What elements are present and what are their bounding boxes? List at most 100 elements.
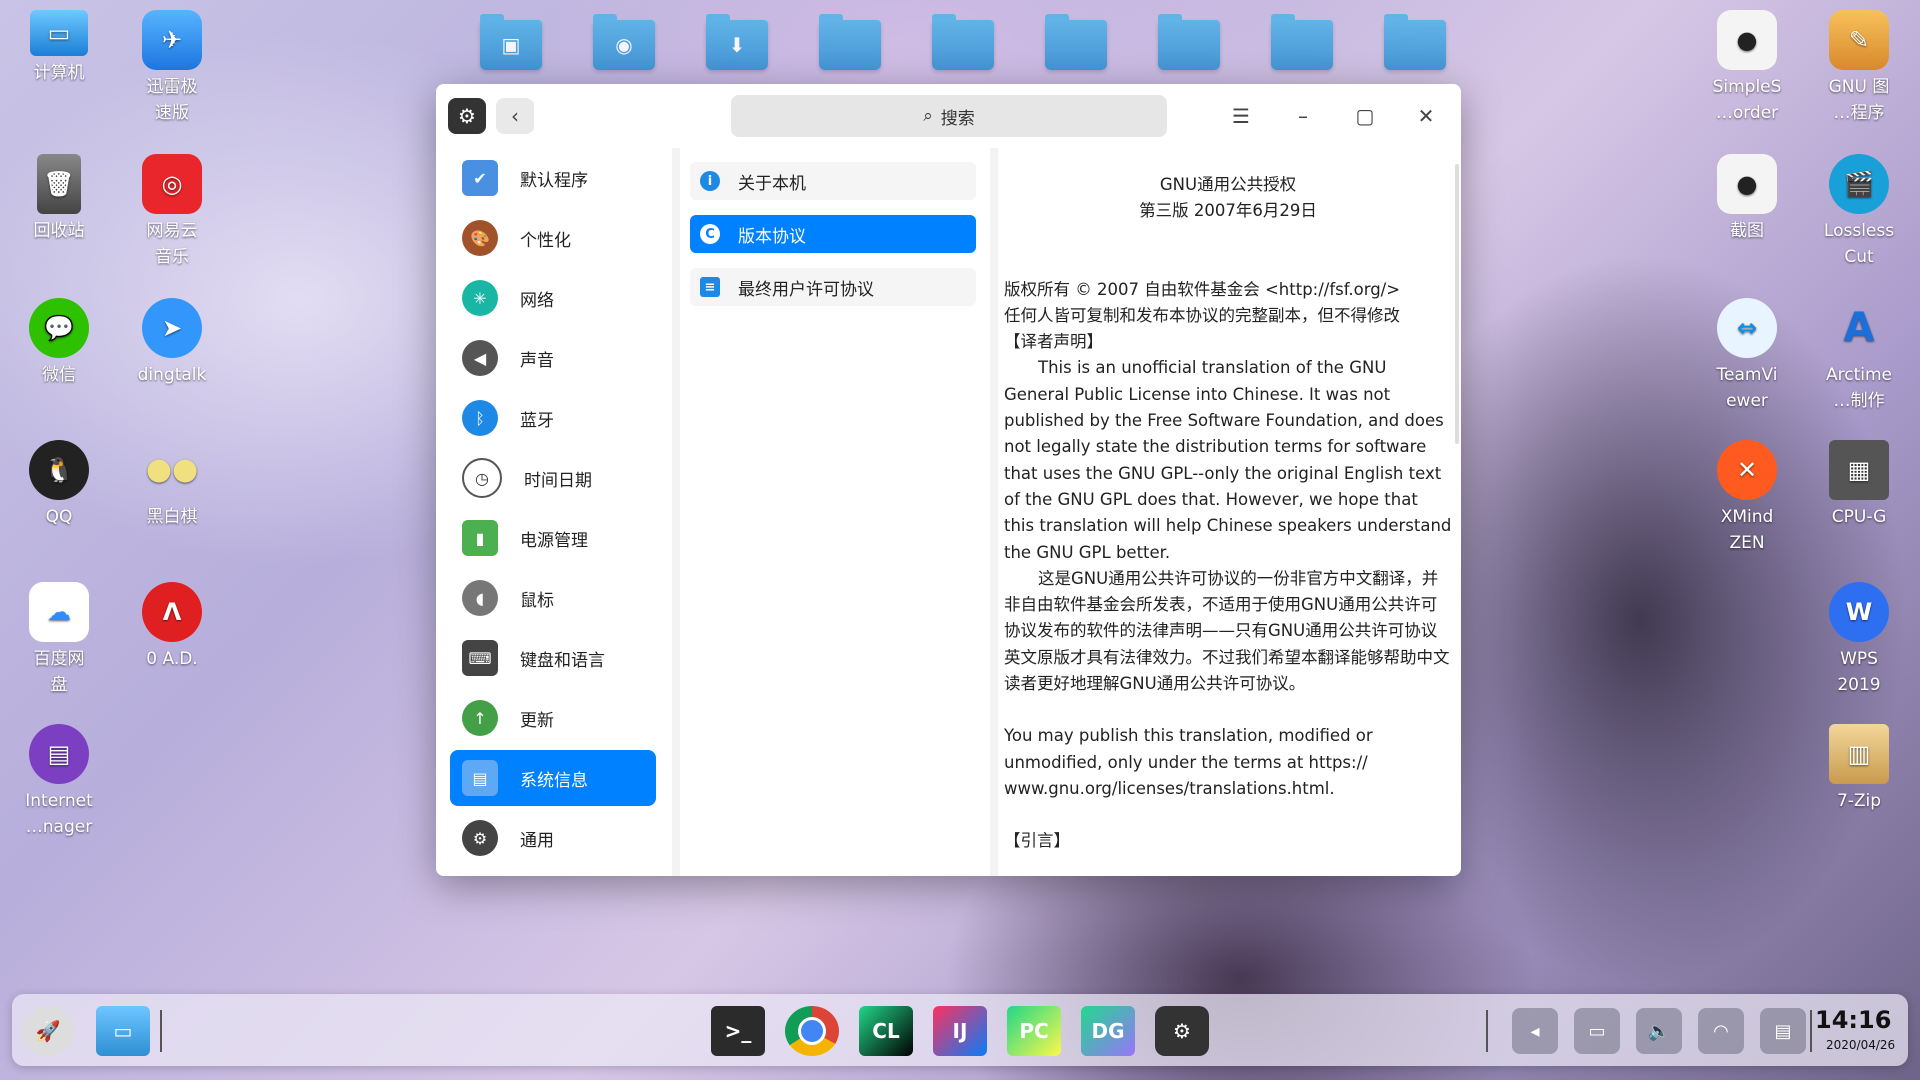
camera-icon: ● xyxy=(1717,154,1777,214)
file-manager-icon[interactable]: ▭ xyxy=(96,1006,150,1056)
search-input[interactable]: ⌕ 搜索 xyxy=(731,95,1167,137)
desktop-icon-simplescreenrecorder[interactable]: ● SimpleS …order xyxy=(1699,10,1795,126)
desktop-icon-qq[interactable]: 🐧 QQ xyxy=(11,440,107,530)
title-bar: ⚙ ‹ ⌕ 搜索 ☰ – ▢ ✕ xyxy=(436,84,1461,148)
sidebar-item-bluetooth[interactable]: ᛒ 蓝牙 xyxy=(450,390,656,446)
back-button[interactable]: ‹ xyxy=(496,98,534,134)
music-icon: ◎ xyxy=(142,154,202,214)
settings-gear-icon[interactable]: ⚙ xyxy=(1155,1006,1209,1056)
clock-time[interactable]: 14:16 xyxy=(1815,1006,1891,1034)
palette-icon: 🎨 xyxy=(462,220,498,256)
desktop-icon-xunlei[interactable]: ✈ 迅雷极 速版 xyxy=(124,10,220,126)
desktop-icon-wps[interactable]: W WPS 2019 xyxy=(1811,582,1907,698)
folder-icon[interactable] xyxy=(1271,14,1333,70)
maximize-button[interactable]: ▢ xyxy=(1346,98,1384,134)
sidebar-item-system-info[interactable]: ▤ 系统信息 xyxy=(450,750,656,806)
desktop-icon-baidu-pan[interactable]: ☁ 百度网 盘 xyxy=(11,582,107,698)
sidebar-item-sound[interactable]: ◀ 声音 xyxy=(450,330,656,386)
desktop-icon-screenshot[interactable]: ● 截图 xyxy=(1699,154,1795,244)
desktop-icon-cpu-g[interactable]: ▦ CPU-G xyxy=(1811,440,1907,530)
minimize-button[interactable]: – xyxy=(1284,98,1322,134)
desktop-icon-dingtalk[interactable]: ➤ dingtalk xyxy=(124,298,220,388)
download-manager-icon: ▤ xyxy=(29,724,89,784)
search-icon: ⌕ xyxy=(923,106,933,126)
folder-icon[interactable] xyxy=(1158,14,1220,70)
taskbar: 🚀 ▭ >_ CL IJ PC DG ⚙ ◂ ▭ 🔈 ◠ ▤ xyxy=(12,994,1908,1066)
dingtalk-icon: ➤ xyxy=(142,298,202,358)
wechat-icon: 💬 xyxy=(29,298,89,358)
folder-icon[interactable] xyxy=(1384,14,1446,70)
battery-icon: ▮ xyxy=(462,520,498,556)
translation-disclaimer-zh: 这是GNU通用公共许可协议的一份非官方中文翻译，并非自由软件基金会所发表，不适用… xyxy=(1004,568,1450,694)
default-apps-icon: ✔ xyxy=(462,160,498,196)
trash-icon: 🗑 xyxy=(37,154,81,214)
pycharm-icon[interactable]: PC xyxy=(1007,1006,1061,1056)
desktop-icon-7zip[interactable]: ▥ 7-Zip xyxy=(1811,724,1907,814)
desktop-icon-0ad[interactable]: Λ 0 A.D. xyxy=(124,582,220,672)
preamble-heading: 【引言】 xyxy=(1004,831,1070,851)
sidebar-item-personalization[interactable]: 🎨 个性化 xyxy=(450,210,656,266)
desktop-icon-computer[interactable]: ▭ 计算机 xyxy=(11,10,107,86)
desktop-icon-reversi[interactable]: ●● 黑白棋 xyxy=(124,440,220,530)
license-text: GNU通用公共授权 第三版 2007年6月29日 版权所有 © 2007 自由软… xyxy=(1004,148,1452,862)
camera-icon: ● xyxy=(1717,10,1777,70)
desktop-icon-teamviewer[interactable]: ⇔ TeamVi ewer xyxy=(1699,298,1795,414)
system-info-submenu: i 关于本机 C 版本协议 ≡ 最终用户许可协议 xyxy=(680,148,990,876)
xmind-icon: ✕ xyxy=(1717,440,1777,500)
launcher-rocket-icon[interactable]: 🚀 xyxy=(22,1006,74,1056)
license-version: 第三版 2007年6月29日 xyxy=(1139,201,1317,221)
sidebar-item-default-apps[interactable]: ✔ 默认程序 xyxy=(450,150,656,206)
folder-icon[interactable] xyxy=(932,14,994,70)
speaker-icon: ◀ xyxy=(462,340,498,376)
desktop-icon-wechat[interactable]: 💬 微信 xyxy=(11,298,107,388)
sidebar-item-datetime[interactable]: ◷ 时间日期 xyxy=(450,450,656,506)
desktop-icon-internet-download-manager[interactable]: ▤ Internet …nager xyxy=(11,724,107,840)
sidebar-item-keyboard[interactable]: ⌨ 键盘和语言 xyxy=(450,630,656,686)
sidebar-item-general[interactable]: ⚙ 通用 xyxy=(450,810,656,866)
paint-icon: ✎ xyxy=(1829,10,1889,70)
sidebar-item-update[interactable]: ↑ 更新 xyxy=(450,690,656,746)
desktop-icon-losslesscut[interactable]: 🎬 Lossless Cut xyxy=(1811,154,1907,270)
update-arrow-icon: ↑ xyxy=(462,700,498,736)
submenu-about[interactable]: i 关于本机 xyxy=(690,162,976,200)
sidebar-item-network[interactable]: ✳ 网络 xyxy=(450,270,656,326)
copyright-icon: C xyxy=(700,224,720,244)
clock-icon: ◷ xyxy=(462,458,502,498)
desktop-icon-netease-music[interactable]: ◎ 网易云 音乐 xyxy=(124,154,220,270)
tray-wifi-icon[interactable]: ◠ xyxy=(1698,1008,1744,1054)
submenu-version-license[interactable]: C 版本协议 xyxy=(690,215,976,253)
sidebar-item-power[interactable]: ▮ 电源管理 xyxy=(450,510,656,566)
desktop-icon-gimp[interactable]: ✎ GNU 图 …程序 xyxy=(1811,10,1907,126)
sidebar-item-mouse[interactable]: ◖ 鼠标 xyxy=(450,570,656,626)
cloud-icon: ☁ xyxy=(29,582,89,642)
desktop-icon-xmind[interactable]: ✕ XMind ZEN xyxy=(1699,440,1795,556)
tray-collapse-chevron-icon[interactable]: ◂ xyxy=(1512,1008,1558,1054)
submenu-eula[interactable]: ≡ 最终用户许可协议 xyxy=(690,268,976,306)
clock-date[interactable]: 2020/04/26 xyxy=(1826,1038,1895,1052)
document-icon: ≡ xyxy=(700,277,720,297)
folder-downloads-icon[interactable]: ⬇ xyxy=(706,14,768,70)
terminal-icon[interactable]: >_ xyxy=(711,1006,765,1056)
desktop-icon-trash[interactable]: 🗑 回收站 xyxy=(11,154,107,244)
intellij-icon[interactable]: IJ xyxy=(933,1006,987,1056)
datagrip-icon[interactable]: DG xyxy=(1081,1006,1135,1056)
sidebar: ✔ 默认程序 🎨 个性化 ✳ 网络 ◀ 声音 ᛒ 蓝牙 ◷ 时间日期 ▮ 电源管… xyxy=(436,148,672,876)
folder-videos-icon[interactable]: ▣ xyxy=(480,14,542,70)
tray-battery-icon[interactable]: ▭ xyxy=(1574,1008,1620,1054)
menu-button[interactable]: ☰ xyxy=(1222,98,1260,134)
license-copy-notice: 任何人皆可复制和发布本协议的完整副本，但不得修改 xyxy=(1004,305,1400,325)
tray-clipboard-icon[interactable]: ▤ xyxy=(1760,1008,1806,1054)
tray-volume-icon[interactable]: 🔈 xyxy=(1636,1008,1682,1054)
keyboard-icon: ⌨ xyxy=(462,640,498,676)
folder-icon[interactable] xyxy=(819,14,881,70)
folder-icon[interactable] xyxy=(1045,14,1107,70)
wps-icon: W xyxy=(1829,582,1889,642)
folder-pictures-icon[interactable]: ◉ xyxy=(593,14,655,70)
chrome-icon[interactable] xyxy=(785,1006,839,1056)
divider xyxy=(990,148,998,876)
clion-icon[interactable]: CL xyxy=(859,1006,913,1056)
scrollbar[interactable] xyxy=(1455,164,1459,444)
publish-notice: You may publish this translation, modifi… xyxy=(1004,726,1373,798)
close-button[interactable]: ✕ xyxy=(1407,98,1445,134)
desktop-icon-arctime[interactable]: A Arctime …制作 xyxy=(1811,298,1907,414)
